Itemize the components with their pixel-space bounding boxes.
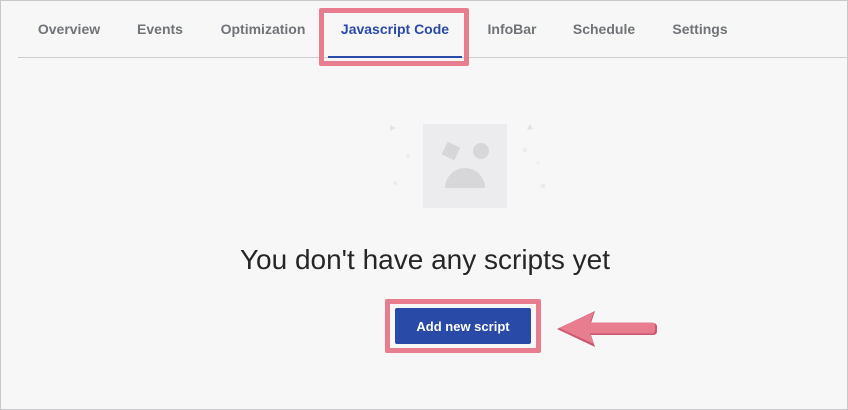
- empty-state-title: You don't have any scripts yet: [239, 244, 611, 275]
- tab-highlight-frame: [319, 8, 469, 66]
- tab-overview[interactable]: Overview: [18, 1, 120, 57]
- tab-infobar[interactable]: InfoBar: [470, 1, 554, 57]
- tab-events[interactable]: Events: [120, 1, 200, 57]
- tab-settings[interactable]: Settings: [654, 1, 746, 57]
- arrow-left-icon: [557, 311, 657, 347]
- sad-face-placeholder-icon: [390, 124, 546, 208]
- tab-schedule[interactable]: Schedule: [554, 1, 654, 57]
- add-new-script-button[interactable]: Add new script: [395, 308, 531, 344]
- tab-optimization[interactable]: Optimization: [200, 1, 326, 57]
